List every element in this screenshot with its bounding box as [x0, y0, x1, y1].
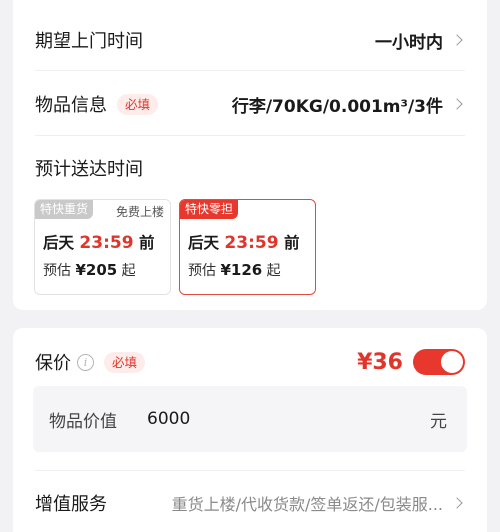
goods-info-value: 行李/70KG/0.001m³/3件	[232, 92, 465, 117]
pickup-time-value: 一小时内	[375, 28, 465, 53]
service-option-express-ltl[interactable]: 特快零担 后天 23:59 前 预估 ¥126 起	[179, 199, 316, 295]
service-tag: 特快重货	[35, 200, 94, 219]
free-upstairs-note: 免费上楼	[115, 205, 164, 219]
service-eta: 后天 23:59 前	[188, 231, 299, 253]
goods-value-label: 物品价值	[49, 411, 117, 432]
divider	[35, 135, 465, 136]
goods-value-unit: 元	[430, 411, 447, 432]
divider	[35, 470, 465, 471]
service-option-express-heavy[interactable]: 特快重货 免费上楼 后天 23:59 前 预估 ¥205 起	[34, 199, 171, 295]
addon-services-value: 重货上楼/代收货款/签单返还/包装服...	[172, 491, 465, 515]
goods-value-input[interactable]: 6000	[147, 409, 430, 429]
eta-day: 后天	[188, 234, 220, 252]
price-prefix: 预估	[188, 263, 216, 279]
eta-time: 23:59	[224, 233, 279, 253]
goods-info-row[interactable]: 物品信息 必填 行李/70KG/0.001m³/3件	[35, 91, 465, 117]
delivery-time-label: 预计送达时间	[35, 159, 143, 180]
eta-time: 23:59	[79, 233, 134, 253]
goods-info-label: 物品信息	[35, 95, 107, 116]
chevron-right-icon	[451, 34, 463, 46]
pickup-time-text: 一小时内	[375, 32, 443, 53]
service-eta: 后天 23:59 前	[43, 231, 154, 253]
pickup-time-row[interactable]: 期望上门时间 一小时内	[35, 28, 465, 53]
price-amount: ¥205	[75, 261, 118, 279]
toggle-knob	[441, 351, 463, 373]
eta-suffix: 前	[283, 234, 300, 252]
insurance-card: 保价 i 必填 ¥36 物品价值 6000 元 增值服务 重货上楼/代收货款/签…	[13, 328, 487, 532]
pickup-time-label: 期望上门时间	[35, 31, 143, 52]
info-icon[interactable]: i	[77, 353, 94, 371]
insurance-price: ¥36	[357, 349, 403, 375]
required-badge: 必填	[117, 93, 159, 115]
price-prefix: 预估	[43, 263, 71, 279]
goods-label-wrap: 物品信息 必填	[35, 91, 159, 117]
insurance-label-wrap: 保价 i 必填	[35, 349, 146, 375]
chevron-right-icon	[451, 497, 463, 509]
service-price: 预估 ¥205 起	[43, 260, 136, 280]
shipment-info-card: 期望上门时间 一小时内 物品信息 必填 行李/70KG/0.001m³/3件 预…	[13, 0, 487, 310]
required-badge: 必填	[104, 351, 146, 373]
addon-services-row[interactable]: 增值服务 重货上楼/代收货款/签单返还/包装服...	[35, 490, 465, 516]
service-tag: 特快零担	[180, 200, 239, 219]
eta-day: 后天	[43, 234, 75, 252]
delivery-time-row: 预计送达时间	[35, 156, 465, 180]
service-price: 预估 ¥126 起	[188, 260, 281, 280]
price-amount: ¥126	[220, 261, 263, 279]
price-suffix: 起	[121, 263, 136, 279]
goods-info-text: 行李/70KG/0.001m³/3件	[231, 96, 443, 117]
insurance-right: ¥36	[357, 349, 465, 375]
insurance-label: 保价	[35, 353, 71, 374]
price-suffix: 起	[266, 263, 281, 279]
eta-suffix: 前	[138, 234, 155, 252]
divider	[35, 70, 465, 71]
goods-value-field[interactable]: 物品价值 6000 元	[33, 386, 467, 452]
addon-services-label: 增值服务	[35, 494, 107, 515]
chevron-right-icon	[451, 98, 463, 110]
insurance-toggle[interactable]	[413, 349, 465, 375]
addon-services-text: 重货上楼/代收货款/签单返还/包装服...	[171, 495, 443, 514]
insurance-row: 保价 i 必填 ¥36	[35, 348, 465, 376]
